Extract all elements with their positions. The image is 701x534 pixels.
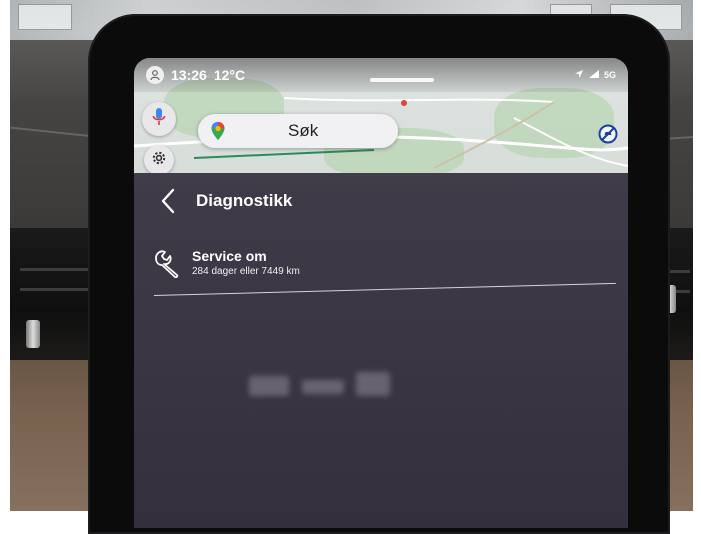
no-parking-icon[interactable] bbox=[598, 124, 618, 144]
vent-slit bbox=[20, 288, 90, 291]
page-title: Diagnostikk bbox=[196, 191, 293, 210]
microphone-icon bbox=[152, 107, 166, 132]
wrench-icon bbox=[152, 248, 182, 279]
maps-pin-icon bbox=[208, 120, 228, 142]
settings-button[interactable] bbox=[144, 145, 174, 173]
drag-handle[interactable] bbox=[370, 78, 434, 82]
outside-temperature: 12°C bbox=[213, 67, 246, 83]
service-detail: 284 dager eller 7449 km bbox=[192, 266, 300, 277]
status-bar: 13:26 12°C 5G bbox=[134, 58, 628, 92]
back-button[interactable] bbox=[160, 188, 180, 214]
gear-icon bbox=[151, 150, 167, 171]
divider bbox=[153, 282, 616, 296]
vent-knob bbox=[26, 320, 40, 348]
clock: 13:26 bbox=[171, 67, 207, 83]
voice-assistant-button[interactable] bbox=[142, 102, 176, 136]
map-search-bar[interactable]: Søk bbox=[198, 114, 398, 148]
signal-icon bbox=[588, 69, 600, 81]
infotainment-screen: 13:26 12°C 5G Søk Diagnostikk Service om… bbox=[134, 58, 628, 528]
glare-reflection bbox=[356, 372, 390, 396]
network-type: 5G bbox=[603, 70, 616, 80]
window bbox=[18, 4, 72, 30]
service-title: Service om bbox=[192, 248, 267, 264]
glare-reflection bbox=[249, 376, 289, 396]
map-view[interactable]: 13:26 12°C 5G Søk bbox=[134, 58, 628, 173]
service-item[interactable]: Service om 284 dager eller 7449 km bbox=[152, 248, 300, 279]
page-header: Diagnostikk bbox=[160, 188, 292, 214]
glare-reflection bbox=[302, 380, 344, 394]
service-text: Service om 284 dager eller 7449 km bbox=[192, 248, 300, 277]
profile-icon[interactable] bbox=[146, 66, 164, 84]
status-left: 13:26 12°C bbox=[146, 66, 245, 84]
location-arrow-icon bbox=[574, 69, 584, 81]
status-right: 5G bbox=[574, 69, 616, 81]
vent-slit bbox=[20, 268, 90, 271]
search-label: Søk bbox=[288, 121, 319, 140]
back-chevron-icon bbox=[161, 188, 175, 214]
